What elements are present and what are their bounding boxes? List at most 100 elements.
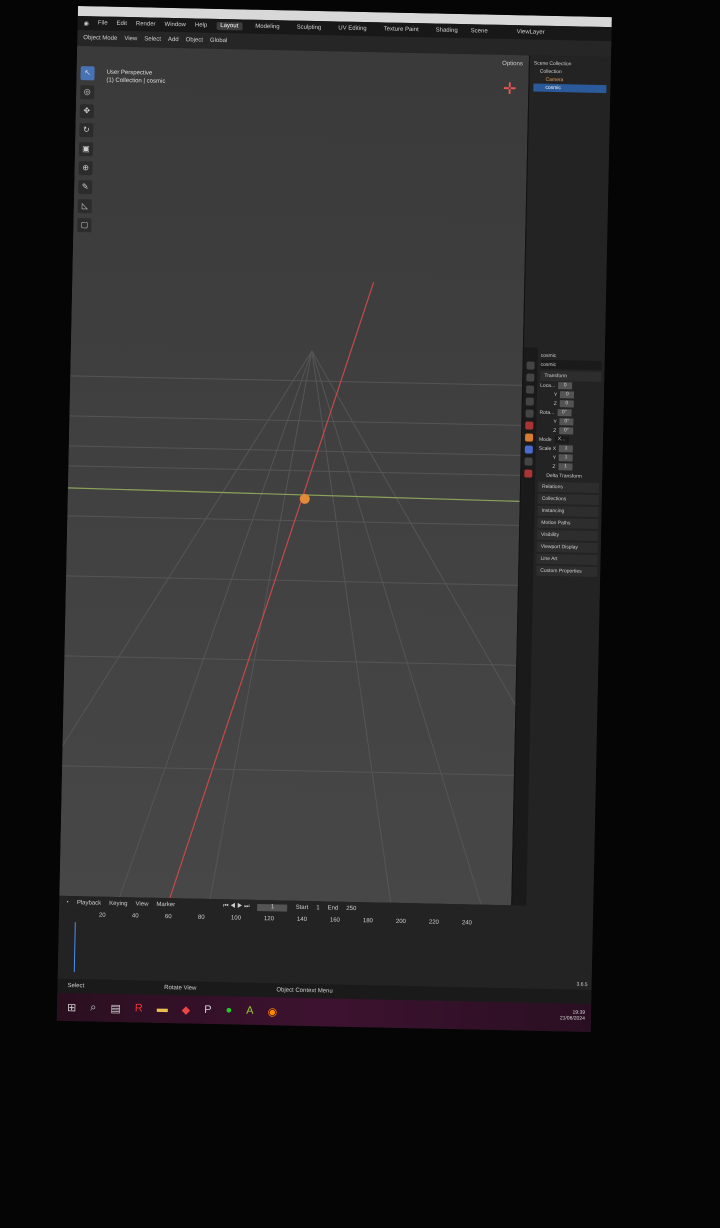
panel-motion-paths[interactable]: Motion Paths <box>537 517 599 530</box>
object-tab-icon[interactable] <box>524 433 534 442</box>
tab-uv-editing[interactable]: UV Editing <box>334 24 371 33</box>
object-data-field[interactable]: cosmic <box>540 359 602 371</box>
tab-texture-paint[interactable]: Texture Paint <box>380 25 423 34</box>
status-rotate-view: Rotate View <box>164 985 197 992</box>
transform-panel-header[interactable]: Transform <box>540 370 602 383</box>
menu-file[interactable]: File <box>98 20 108 26</box>
modifier-tab-icon[interactable] <box>524 445 533 454</box>
view-menu[interactable]: View <box>135 901 148 907</box>
select-tool-icon[interactable]: ↖ <box>80 66 95 81</box>
navigation-gizmo-icon[interactable]: ✛ <box>503 79 517 99</box>
cursor-tool-icon[interactable]: ◎ <box>80 85 95 100</box>
scene-tab-icon[interactable] <box>525 409 534 418</box>
menu-edit[interactable]: Edit <box>116 21 126 27</box>
playback-controls-icon[interactable]: ⏮ ◀ ▶ ⏭ <box>223 903 250 911</box>
material-tab-icon[interactable] <box>524 469 533 478</box>
file-explorer-icon[interactable]: ▬ <box>157 1003 168 1015</box>
brave-browser-icon[interactable]: ◆ <box>182 1003 191 1016</box>
keying-menu[interactable]: Keying <box>109 901 127 907</box>
panel-collections[interactable]: Collections <box>537 493 599 506</box>
end-label: End <box>327 905 339 912</box>
panel-relations[interactable]: Relations <box>537 481 600 494</box>
tab-modeling[interactable]: Modeling <box>251 23 284 32</box>
render-tab-icon[interactable] <box>526 373 535 382</box>
timeline: ◔ Playback Keying View Marker ⏮ ◀ ▶ ⏭ 1 … <box>57 895 594 990</box>
task-view-icon[interactable]: ▤ <box>110 1001 121 1014</box>
delta-transform-panel[interactable]: Delta Transform <box>538 471 599 481</box>
add-menu[interactable]: Add <box>168 37 179 43</box>
start-frame-field[interactable]: 1 <box>316 905 319 911</box>
tab-sculpting[interactable]: Sculpting <box>293 24 326 33</box>
transform-tool-icon[interactable]: ⊕ <box>78 161 93 176</box>
mode-label: Mode <box>538 436 552 443</box>
tool-tab-icon[interactable] <box>526 361 535 370</box>
scale-tool-icon[interactable]: ▣ <box>78 142 94 157</box>
menu-window[interactable]: Window <box>165 22 186 28</box>
app-a-icon[interactable]: A <box>246 1005 254 1017</box>
spotify-icon[interactable]: ● <box>225 1004 232 1016</box>
location-z[interactable]: 0 <box>559 400 574 408</box>
scale-x[interactable]: 1 <box>558 445 574 453</box>
move-tool-icon[interactable]: ✥ <box>79 104 94 119</box>
axis-label: Y <box>553 418 557 425</box>
panel-custom-properties[interactable]: Custom Properties <box>536 565 598 577</box>
view-layer-tab-icon[interactable] <box>525 397 534 406</box>
view-menu[interactable]: View <box>124 36 137 42</box>
clock[interactable]: 19:39 21/06/2024 <box>560 1009 585 1022</box>
scene-selector[interactable]: Scene <box>471 28 488 34</box>
start-icon[interactable]: ⊞ <box>67 1000 76 1013</box>
rotation-x[interactable]: 0° <box>557 409 572 417</box>
rotation-mode-dropdown[interactable]: X... <box>554 436 569 444</box>
rotate-tool-icon[interactable]: ↻ <box>79 123 94 138</box>
start-label: Start <box>295 904 309 912</box>
frame-tick: 40 <box>131 913 139 920</box>
location-label: Loca... <box>540 382 556 389</box>
3d-viewport[interactable]: ↖ ◎ ✥ ↻ ▣ ⊕ ✎ ◺ ▢ User Perspective (1) C… <box>59 45 530 906</box>
search-icon[interactable]: ⌕ <box>90 1001 96 1014</box>
blender-taskbar-icon[interactable]: ◉ <box>267 1005 277 1018</box>
physics-tab-icon[interactable] <box>524 457 533 466</box>
menu-help[interactable]: Help <box>195 22 207 28</box>
editor-type-icon[interactable]: ◔ <box>65 900 69 906</box>
end-frame-field[interactable]: 250 <box>346 906 356 912</box>
marker-menu[interactable]: Marker <box>156 902 175 908</box>
scale-label: Scale X <box>538 445 557 452</box>
panel-instancing[interactable]: Instancing <box>537 505 599 518</box>
tab-shading[interactable]: Shading <box>432 26 462 35</box>
options-button[interactable]: Options <box>502 61 523 67</box>
rotation-z[interactable]: 0° <box>559 427 574 435</box>
rotation-y[interactable]: 0° <box>559 418 574 426</box>
panel-line-art[interactable]: Line Art <box>536 553 598 566</box>
mode-dropdown[interactable]: Object Mode <box>83 35 117 42</box>
add-cube-tool-icon[interactable]: ▢ <box>77 218 92 233</box>
tab-layout[interactable]: Layout <box>216 21 243 31</box>
location-x[interactable]: 0 <box>558 382 573 390</box>
frame-tick: 20 <box>98 912 106 919</box>
frame-tick: 160 <box>329 917 340 924</box>
viewlayer-selector[interactable]: ViewLayer <box>517 29 545 36</box>
object-menu[interactable]: Object <box>186 37 203 43</box>
app-p-icon[interactable]: P <box>204 1004 212 1016</box>
current-frame-field[interactable]: 1 <box>257 903 288 912</box>
app-r-icon[interactable]: R <box>135 1002 143 1014</box>
outliner: Scene Collection Collection Camera cosmi… <box>524 55 611 337</box>
frame-tick: 80 <box>197 914 205 921</box>
measure-tool-icon[interactable]: ◺ <box>77 199 92 214</box>
world-tab-icon[interactable] <box>525 421 534 430</box>
frame-tick: 140 <box>296 916 307 923</box>
scale-z[interactable]: 1 <box>558 463 573 471</box>
output-tab-icon[interactable] <box>525 385 535 394</box>
transform-orientation-dropdown[interactable]: Global <box>210 38 227 44</box>
select-menu[interactable]: Select <box>144 36 161 42</box>
playback-menu[interactable]: Playback <box>77 900 101 907</box>
annotate-tool-icon[interactable]: ✎ <box>78 180 93 195</box>
blender-logo-icon[interactable]: ◉ <box>84 20 89 27</box>
panel-visibility[interactable]: Visibility <box>536 529 599 542</box>
scale-y[interactable]: 1 <box>558 454 574 462</box>
menu-render[interactable]: Render <box>136 21 156 27</box>
outliner-cosmic[interactable]: cosmic <box>533 83 607 94</box>
axis-label: Z <box>553 400 557 407</box>
playhead[interactable] <box>73 922 76 973</box>
panel-viewport-display[interactable]: Viewport Display <box>536 541 598 554</box>
location-y[interactable]: 0 <box>560 391 575 399</box>
